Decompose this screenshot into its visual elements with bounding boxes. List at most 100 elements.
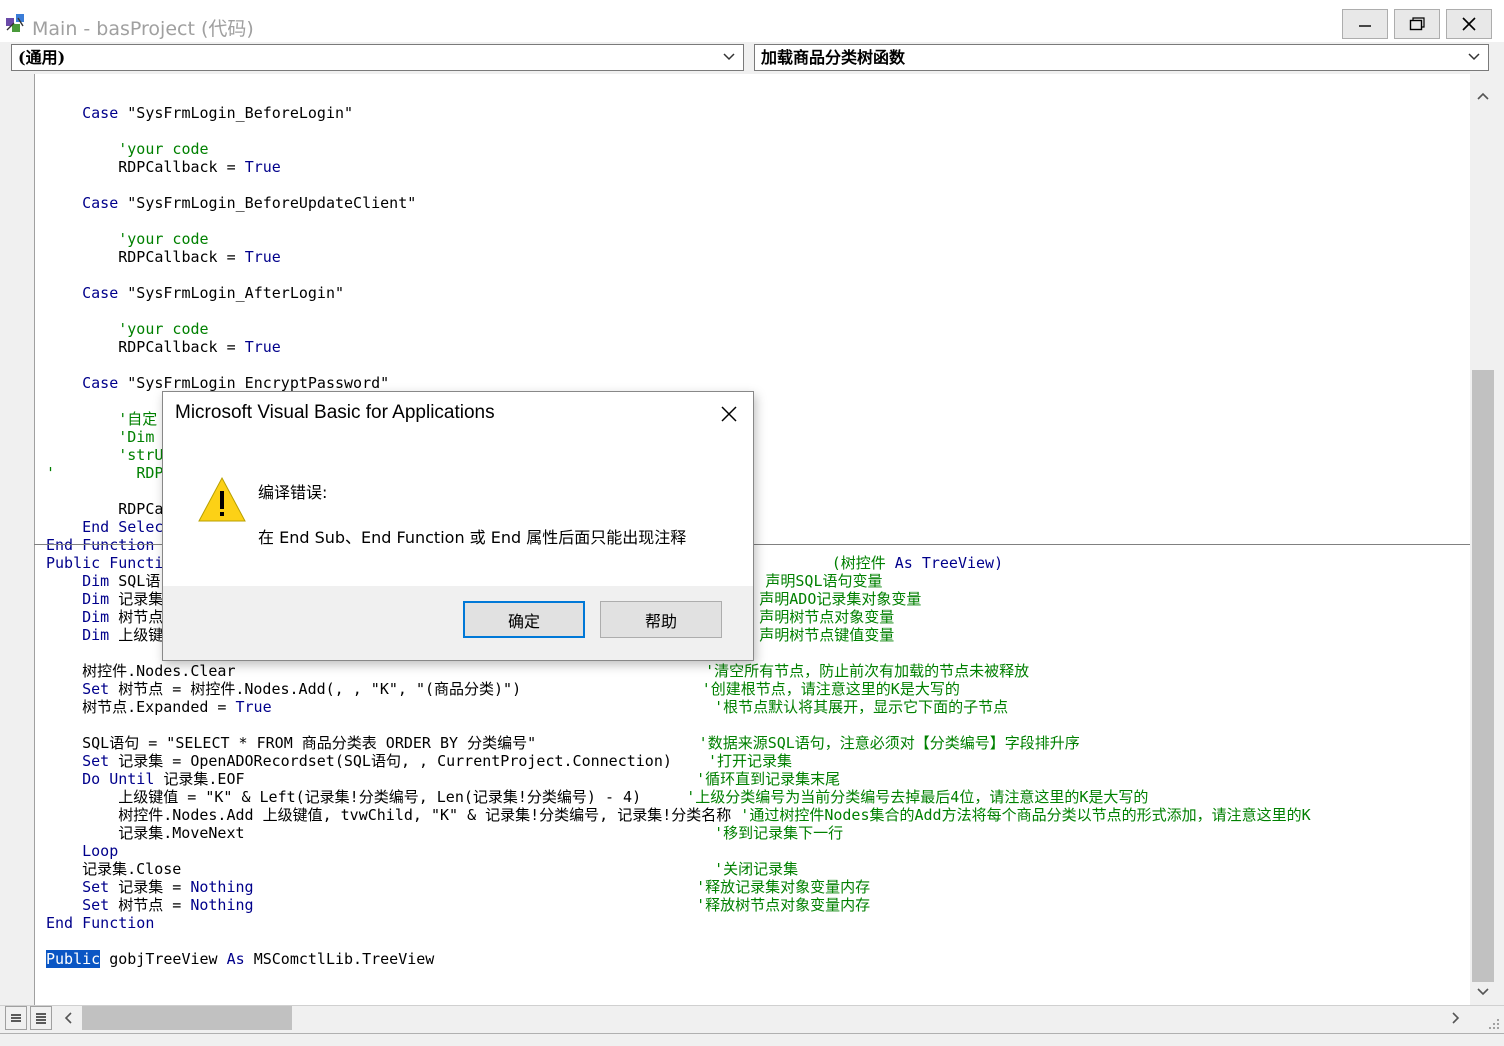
scroll-down-icon[interactable] [1475, 984, 1491, 1000]
code-line[interactable]: Case "SysFrmLogin_EncryptPassword" [46, 374, 389, 392]
code-line[interactable]: RDPCallback = True [46, 158, 281, 176]
minimize-button[interactable] [1342, 9, 1388, 39]
code-token: RDPCa [46, 500, 164, 518]
code-token: RDPCallback = [46, 248, 245, 266]
procedure-combo-value: 加载商品分类树函数 [761, 48, 906, 67]
code-token: "SysFrmLogin_AfterLogin" [118, 284, 345, 302]
warning-icon [198, 476, 246, 522]
scroll-up-icon[interactable] [1475, 88, 1491, 104]
procedure-combo[interactable]: 加载商品分类树函数 [754, 44, 1489, 71]
comment-token: 'your code [118, 230, 209, 248]
ok-button[interactable]: 确定 [463, 601, 585, 638]
code-line[interactable]: Set 记录集 = Nothing '释放记录集对象变量内存 [46, 878, 870, 896]
code-token: 记录集 = [109, 878, 191, 896]
comment-token: '创建根节点，请注意这里的K是大写的 [701, 680, 960, 698]
horizontal-scroll-thumb[interactable] [82, 1006, 292, 1030]
margin-indicator-bar[interactable] [0, 74, 35, 1031]
keyword-token: Set [82, 680, 110, 698]
title-bar: Main - basProject (代码) [0, 0, 1504, 42]
close-button[interactable] [1446, 9, 1492, 39]
keyword-token: Dim [82, 590, 110, 608]
code-line[interactable]: End Function [46, 536, 154, 554]
code-line[interactable]: Case "SysFrmLogin_AfterLogin" [46, 284, 344, 302]
code-line[interactable]: 树控件.Nodes.Add 上级键值, tvwChild, "K" & 记录集!… [46, 806, 1310, 824]
object-combo[interactable]: (通用) [11, 44, 744, 71]
code-token: 记录集 = OpenADORecordset(SQL语句, , CurrentP… [109, 752, 672, 770]
code-line[interactable]: Case "SysFrmLogin_BeforeLogin" [46, 104, 353, 122]
code-token: SQL语 [109, 572, 161, 590]
code-line[interactable]: RDPCallback = True [46, 248, 281, 266]
status-strip [0, 1033, 1504, 1046]
close-icon [1462, 17, 1476, 31]
code-line[interactable]: Set 树节点 = Nothing '释放树节点对象变量内存 [46, 896, 870, 914]
keyword-token: Case [82, 284, 119, 302]
code-token: 树节点 = 树控件.Nodes.Add(, , "K", "(商品分类)") [109, 680, 522, 698]
code-token: 记录集.MoveNext [46, 824, 245, 842]
keyword-token: As TreeView) [894, 554, 1004, 572]
code-line[interactable]: 树控件.Nodes.Clear '清空所有节点，防止前次有加载的节点未被释放 [46, 662, 1029, 680]
minimize-icon [1359, 25, 1371, 27]
comment-token: 'strU [118, 446, 164, 464]
code-line[interactable]: Loop [46, 842, 118, 860]
code-line[interactable]: RDPCallback = True [46, 338, 281, 356]
keyword-token: Set [82, 878, 110, 896]
code-token: 树控件.Nodes.Add 上级键值, tvwChild, "K" & 记录集!… [46, 806, 741, 824]
keyword-token: Do Until [82, 770, 155, 788]
code-line[interactable]: 记录集.MoveNext '移到记录集下一行 [46, 824, 843, 842]
code-line[interactable]: Set 记录集 = OpenADORecordset(SQL语句, , Curr… [46, 752, 792, 770]
scroll-right-icon[interactable] [1448, 1010, 1464, 1026]
keyword-token: Case [82, 374, 119, 392]
code-line[interactable]: End Function [46, 914, 154, 932]
error-message: 在 End Sub、End Function 或 End 属性后面只能出现注释 [258, 528, 687, 547]
keyword-token: Case [82, 104, 119, 122]
code-line[interactable]: 上级键值 = "K" & Left(记录集!分类编号, Len(记录集!分类编号… [46, 788, 1148, 806]
code-line[interactable]: 记录集.Close '关闭记录集 [46, 860, 798, 878]
comment-token: '循环直到记录集末尾 [696, 770, 841, 788]
keyword-token: Set [82, 752, 110, 770]
code-token: 树节点 = [109, 896, 191, 914]
comment-token: 声明ADO记录集对象变量 [759, 590, 922, 608]
code-line[interactable]: RDPCa [46, 500, 163, 518]
keyword-token: True [235, 698, 272, 716]
comment-token: '上级分类编号为当前分类编号去掉最后4位，请注意这里的K是大写的 [686, 788, 1149, 806]
comment-token: '关闭记录集 [714, 860, 799, 878]
maximize-button[interactable] [1394, 9, 1440, 39]
code-line[interactable]: ' RDPC [46, 464, 172, 482]
keyword-token: End Function [46, 536, 155, 554]
code-line[interactable]: 'your code [46, 320, 208, 338]
code-line[interactable]: 树节点.Expanded = True '根节点默认将其展开，显示它下面的子节点 [46, 698, 1008, 716]
error-heading: 编译错误: [258, 483, 328, 502]
code-line[interactable]: Public gobjTreeView As MSComctlLib.TreeV… [46, 950, 434, 968]
code-line[interactable]: '自定 [46, 410, 157, 428]
vertical-scroll-thumb[interactable] [1472, 370, 1494, 982]
code-line[interactable]: 'your code [46, 230, 209, 248]
comment-token: '打开记录集 [708, 752, 793, 770]
code-line[interactable]: Do Until 记录集.EOF '循环直到记录集末尾 [46, 770, 840, 788]
close-icon[interactable] [717, 402, 741, 426]
code-line[interactable]: SQL语句 = "SELECT * FROM 商品分类表 ORDER BY 分类… [46, 734, 1080, 752]
resize-grip-icon[interactable] [1486, 1016, 1502, 1032]
code-line[interactable]: Case "SysFrmLogin_BeforeUpdateClient" [46, 194, 416, 212]
procedure-view-button[interactable] [5, 1006, 27, 1030]
help-button[interactable]: 帮助 [600, 601, 722, 638]
full-module-view-button[interactable] [30, 1006, 52, 1030]
scroll-left-icon[interactable] [60, 1010, 76, 1026]
keyword-token: Nothing [190, 896, 254, 914]
comment-token: '根节点默认将其展开，显示它下面的子节点 [714, 698, 1009, 716]
code-line[interactable]: End Selec [46, 518, 163, 536]
code-line[interactable]: 'your code [46, 140, 208, 158]
code-token: "SysFrmLogin_BeforeLogin" [118, 104, 354, 122]
code-line[interactable]: 'Dim [46, 428, 154, 446]
code-line[interactable]: Set 树节点 = 树控件.Nodes.Add(, , "K", "(商品分类)… [46, 680, 960, 698]
